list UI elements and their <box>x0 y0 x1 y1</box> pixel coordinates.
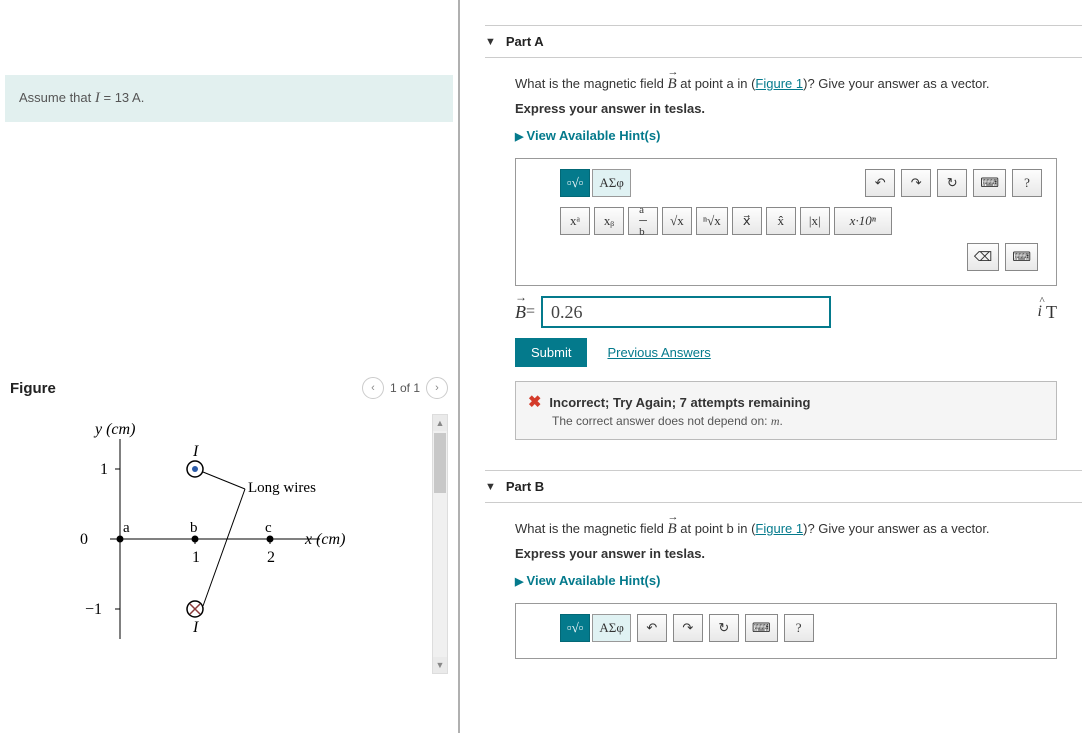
fraction-button[interactable]: a─b <box>628 207 658 235</box>
scroll-up-icon[interactable]: ▲ <box>433 415 447 431</box>
keyboard-button[interactable]: ⌨ <box>973 169 1006 197</box>
greek-button[interactable]: ΑΣφ <box>592 169 630 197</box>
help-button[interactable]: ? <box>784 614 814 642</box>
help-button[interactable]: ? <box>1012 169 1042 197</box>
greek-button[interactable]: ΑΣφ <box>592 614 630 642</box>
sci-notation-button[interactable]: x·10ⁿ <box>834 207 892 235</box>
submit-button[interactable]: Submit <box>515 338 587 367</box>
answer-label: B = <box>515 302 535 323</box>
answer-equals: = <box>526 303 535 321</box>
assume-suffix: = 13 A. <box>100 90 144 105</box>
y-axis-label: y (cm) <box>93 421 135 438</box>
answer-editor-b: ▫√▫ ΑΣφ ↶ ↷ ↻ ⌨ ? <box>515 603 1057 659</box>
scroll-thumb[interactable] <box>434 433 446 493</box>
toolbar-row1-b: ▫√▫ ΑΣφ ↶ ↷ ↻ ⌨ ? <box>560 614 1042 642</box>
prompt-pre: What is the magnetic field <box>515 76 667 91</box>
incorrect-icon: ✖ <box>528 392 541 412</box>
subscript-button[interactable]: xᵦ <box>594 207 624 235</box>
part-a: ▼ Part A What is the magnetic field B at… <box>485 25 1082 440</box>
right-panel: ▼ Part A What is the magnetic field B at… <box>460 0 1092 733</box>
abs-button[interactable]: |x| <box>800 207 830 235</box>
answer-row-a: B = i T <box>515 296 1057 328</box>
part-a-prompt: What is the magnetic field B at point a … <box>515 76 1082 93</box>
submit-row: Submit Previous Answers <box>515 338 1082 367</box>
answer-input[interactable] <box>541 296 831 328</box>
part-a-header[interactable]: ▼ Part A <box>485 25 1082 58</box>
long-wires-label: Long wires <box>248 480 316 496</box>
vector-button[interactable]: x⃗ <box>732 207 762 235</box>
keyboard-button[interactable]: ⌨ <box>745 614 778 642</box>
keypad-button[interactable]: ⌨ <box>1005 243 1038 271</box>
figure-title: Figure <box>10 380 56 397</box>
prompt-mid: at point a in ( <box>677 76 756 91</box>
part-b-instruction: Express your answer in teslas. <box>515 546 1082 561</box>
template-button[interactable]: ▫√▫ <box>560 614 590 642</box>
prompt-post: )? Give your answer as a vector. <box>803 76 989 91</box>
y-tick-neg1: −1 <box>85 601 102 618</box>
figure-header: Figure ‹ 1 of 1 › <box>0 377 458 399</box>
y-tick-0: 0 <box>80 531 88 548</box>
prompt-vector-B: B <box>667 76 676 93</box>
x-axis-label: x (cm) <box>304 531 345 548</box>
part-b-hints-toggle[interactable]: View Available Hint(s) <box>515 573 1082 588</box>
collapse-icon: ▼ <box>485 481 496 493</box>
scroll-down-icon[interactable]: ▼ <box>433 657 447 673</box>
answer-editor-a: ▫√▫ ΑΣφ ↶ ↷ ↻ ⌨ ? xᵃ xᵦ a─b √x ⁿ√x x⃗ <box>515 158 1057 286</box>
reset-button[interactable]: ↻ <box>937 169 967 197</box>
x-tick-1: 1 <box>192 549 200 566</box>
x-tick-2: 2 <box>267 549 275 566</box>
superscript-button[interactable]: xᵃ <box>560 207 590 235</box>
part-b-title: Part B <box>506 479 544 494</box>
figure-link[interactable]: Figure 1 <box>755 76 803 91</box>
point-b-label: b <box>190 520 198 536</box>
undo-button[interactable]: ↶ <box>865 169 895 197</box>
part-b-header[interactable]: ▼ Part B <box>485 470 1082 503</box>
assumption-box: Assume that I = 13 A. <box>5 75 453 122</box>
part-b: ▼ Part B What is the magnetic field B at… <box>485 470 1082 659</box>
unit-tesla: T <box>1046 302 1057 323</box>
hat-button[interactable]: x̂ <box>766 207 796 235</box>
unit-ihat: i <box>1038 303 1042 321</box>
point-c-label: c <box>265 520 272 536</box>
feedback-box: ✖ Incorrect; Try Again; 7 attempts remai… <box>515 381 1057 440</box>
template-button[interactable]: ▫√▫ <box>560 169 590 197</box>
pager-text: 1 of 1 <box>390 381 420 395</box>
left-panel: Assume that I = 13 A. Figure ‹ 1 of 1 › … <box>0 0 460 733</box>
part-a-hints-toggle[interactable]: View Available Hint(s) <box>515 128 1082 143</box>
part-a-title: Part A <box>506 34 544 49</box>
undo-button[interactable]: ↶ <box>637 614 667 642</box>
point-a-label: a <box>123 520 130 536</box>
figure-body: y (cm) 1 0 −1 1 2 x (cm) a <box>0 414 458 674</box>
previous-answers-link[interactable]: Previous Answers <box>607 345 710 360</box>
figure-scrollbar[interactable]: ▲ ▼ <box>432 414 448 674</box>
assume-prefix: Assume that <box>19 90 95 105</box>
pager-next-button[interactable]: › <box>426 377 448 399</box>
prompt-vector-B: B <box>667 521 676 538</box>
pager-prev-button[interactable]: ‹ <box>362 377 384 399</box>
figure-link-b[interactable]: Figure 1 <box>755 521 803 536</box>
part-b-prompt: What is the magnetic field B at point b … <box>515 521 1082 538</box>
toolbar-row2: xᵃ xᵦ a─b √x ⁿ√x x⃗ x̂ |x| x·10ⁿ <box>560 207 1042 235</box>
feedback-subtext: The correct answer does not depend on: m… <box>552 414 1044 429</box>
part-a-instruction: Express your answer in teslas. <box>515 101 1082 116</box>
collapse-icon: ▼ <box>485 36 496 48</box>
sqrt-button[interactable]: √x <box>662 207 692 235</box>
redo-button[interactable]: ↷ <box>901 169 931 197</box>
feedback-title: Incorrect; Try Again; 7 attempts remaini… <box>549 395 810 410</box>
backspace-button[interactable]: ⌫ <box>967 243 999 271</box>
redo-button[interactable]: ↷ <box>673 614 703 642</box>
figure-pager: ‹ 1 of 1 › <box>362 377 448 399</box>
current-bot-label: I <box>192 619 199 636</box>
answer-var-B: B <box>515 302 526 323</box>
toolbar-row1: ▫√▫ ΑΣφ ↶ ↷ ↻ ⌨ ? <box>560 169 1042 197</box>
y-tick-1: 1 <box>100 461 108 478</box>
reset-button[interactable]: ↻ <box>709 614 739 642</box>
current-top-label: I <box>192 443 199 460</box>
nth-root-button[interactable]: ⁿ√x <box>696 207 728 235</box>
answer-unit: i T <box>1038 302 1057 323</box>
